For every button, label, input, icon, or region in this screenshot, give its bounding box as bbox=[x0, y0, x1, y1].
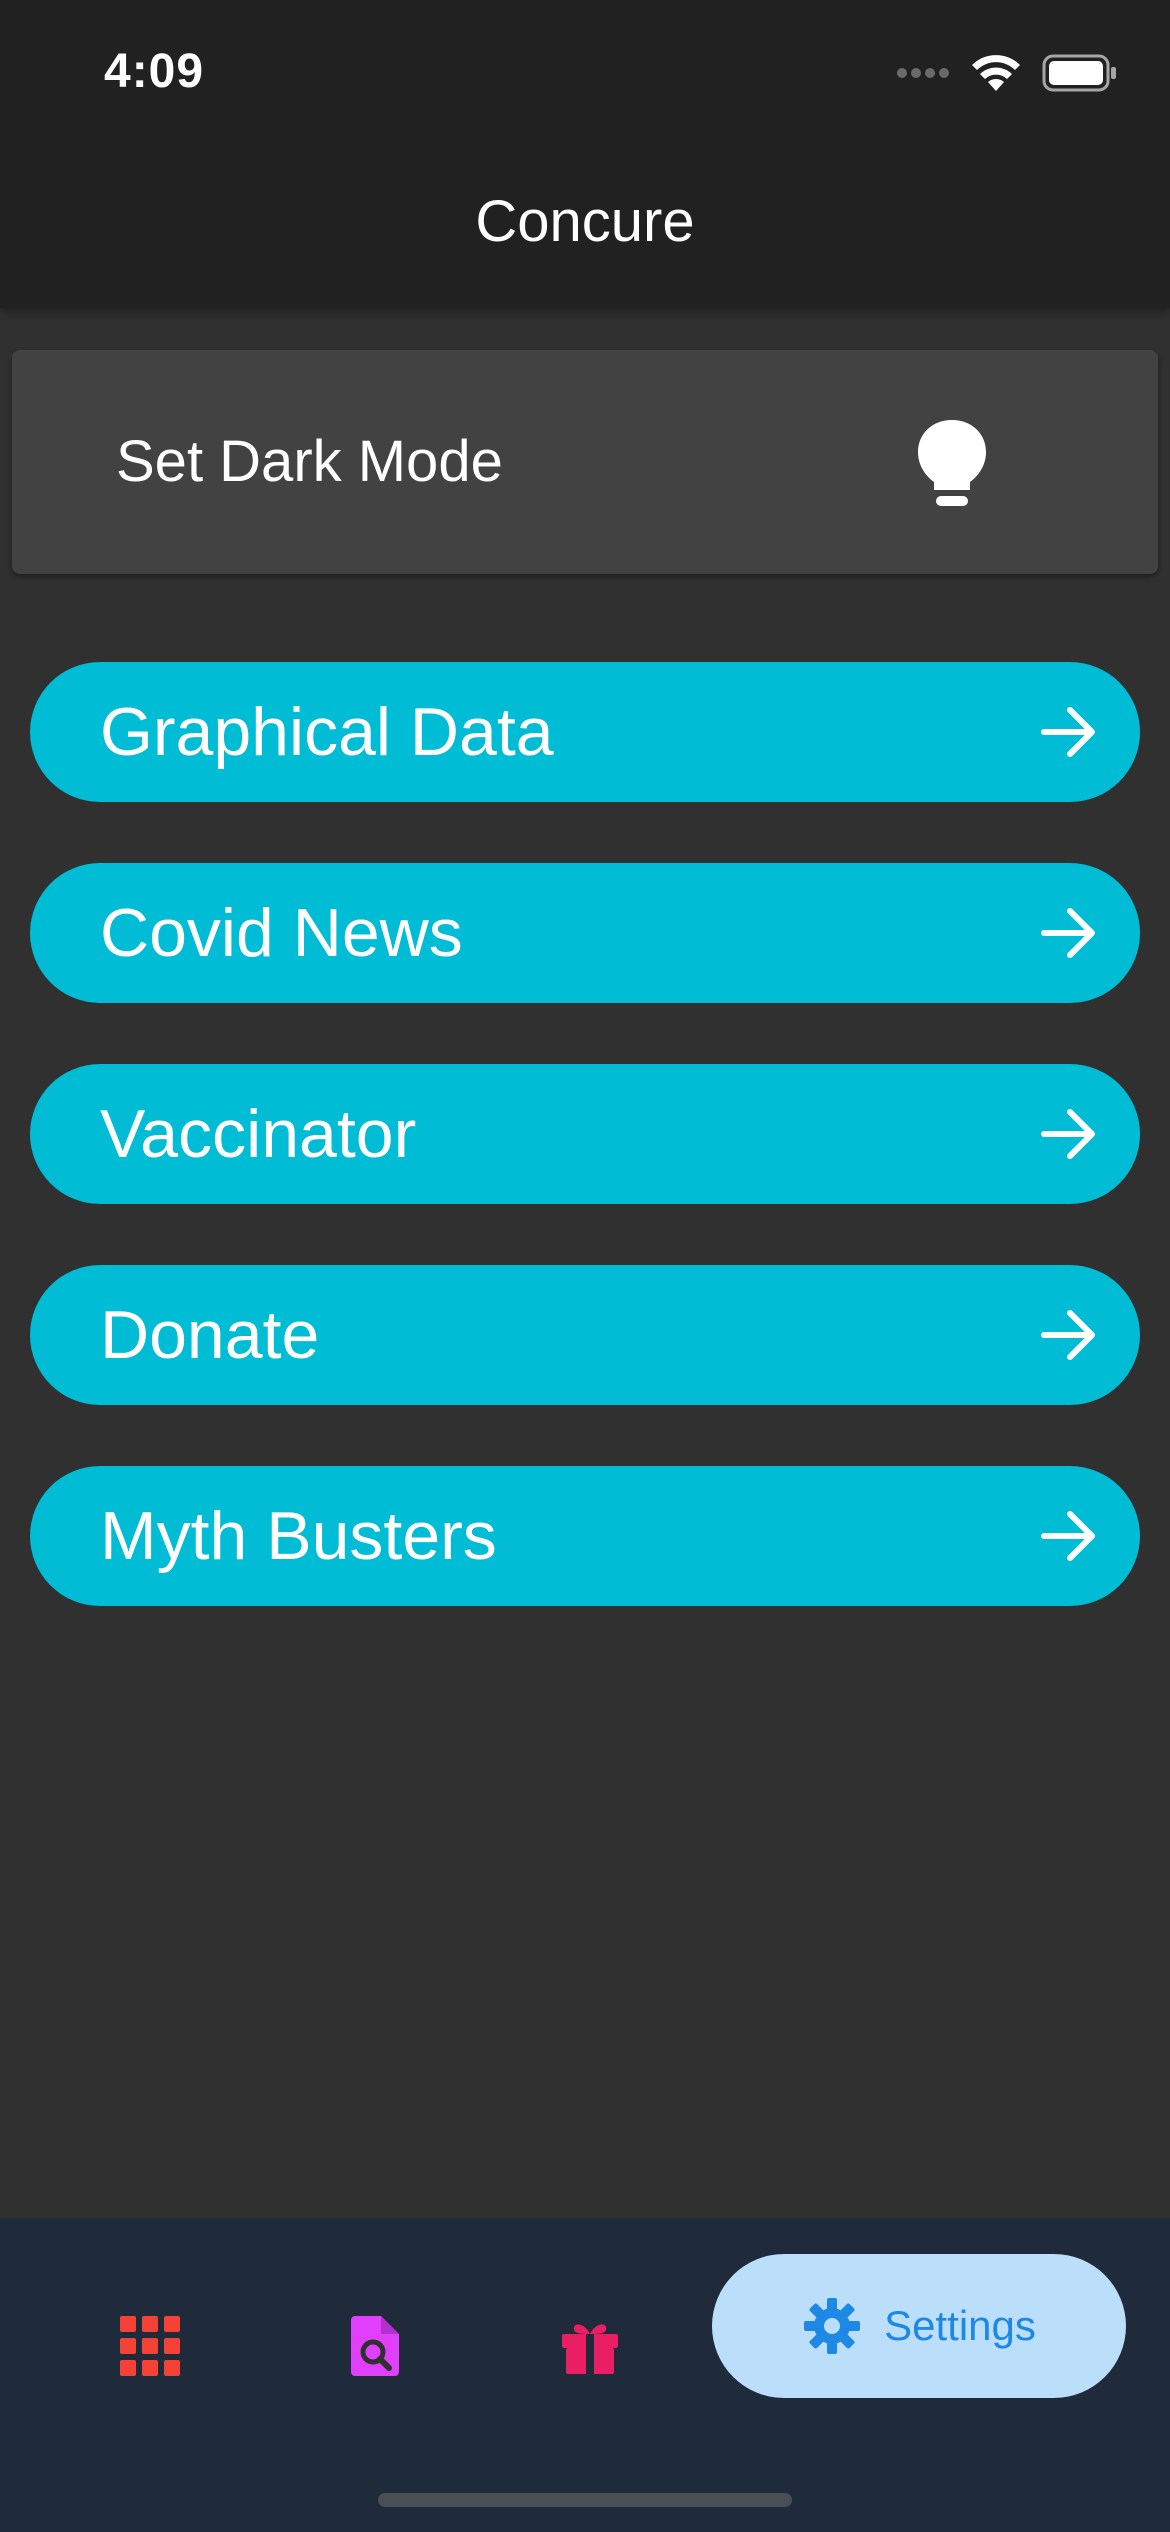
page-title: Concure bbox=[475, 189, 695, 254]
dark-mode-card: Set Dark Mode bbox=[12, 350, 1158, 574]
vaccinator-button[interactable]: Vaccinator bbox=[30, 1064, 1140, 1204]
status-icons bbox=[896, 50, 1118, 100]
nav-item-search[interactable] bbox=[325, 2296, 425, 2396]
menu-item-label: Donate bbox=[100, 1297, 320, 1373]
lightbulb-icon bbox=[918, 420, 986, 506]
arrow-right-icon bbox=[1041, 707, 1095, 757]
gift-icon bbox=[562, 2324, 618, 2374]
donate-button[interactable]: Donate bbox=[30, 1265, 1140, 1405]
home-indicator bbox=[378, 2493, 792, 2507]
screen: 4:09 Concure Set Dark Mode Graphical Dat… bbox=[0, 0, 1170, 2532]
settings-label: Settings bbox=[884, 2302, 1036, 2349]
cellular-dots-icon bbox=[896, 66, 950, 84]
nav-item-settings[interactable]: Settings bbox=[712, 2254, 1126, 2398]
covid-news-button[interactable]: Covid News bbox=[30, 863, 1140, 1003]
arrow-right-icon bbox=[1041, 1310, 1095, 1360]
arrow-right-icon bbox=[1041, 908, 1095, 958]
arrow-right-icon bbox=[1041, 1511, 1095, 1561]
graphical-data-button[interactable]: Graphical Data bbox=[30, 662, 1140, 802]
myth-busters-button[interactable]: Myth Busters bbox=[30, 1466, 1140, 1606]
dark-mode-label: Set Dark Mode bbox=[116, 429, 503, 494]
nav-item-dashboard[interactable] bbox=[100, 2296, 200, 2396]
gear-icon bbox=[804, 2298, 861, 2354]
status-time: 4:09 bbox=[104, 45, 205, 98]
wifi-icon bbox=[970, 53, 1022, 98]
bottom-navigation: Settings bbox=[0, 2218, 1170, 2532]
document-search-icon bbox=[351, 2316, 399, 2376]
app-bar: 4:09 Concure bbox=[0, 0, 1170, 308]
arrow-right-icon bbox=[1041, 1109, 1095, 1159]
dark-mode-toggle-button[interactable] bbox=[912, 416, 1002, 516]
menu-item-label: Graphical Data bbox=[100, 694, 554, 770]
grid-apps-icon bbox=[120, 2316, 180, 2376]
nav-item-donate[interactable] bbox=[540, 2296, 640, 2396]
menu-item-label: Myth Busters bbox=[100, 1498, 497, 1574]
menu-item-label: Vaccinator bbox=[100, 1096, 417, 1172]
menu-item-label: Covid News bbox=[100, 895, 463, 971]
battery-icon bbox=[1042, 54, 1118, 97]
